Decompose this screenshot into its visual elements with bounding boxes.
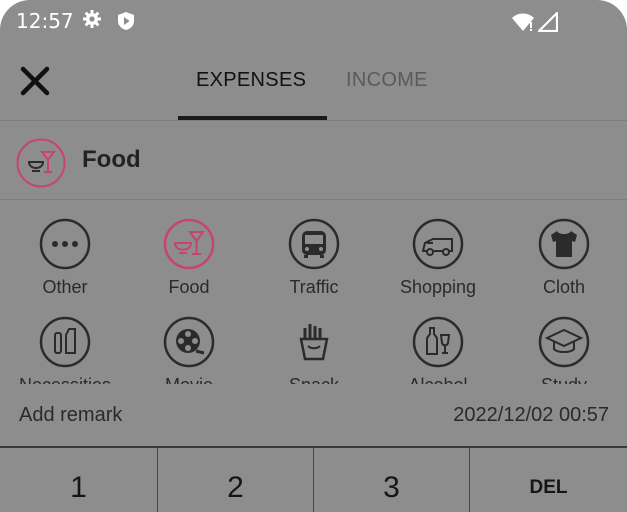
key-2[interactable]: 2 xyxy=(158,448,314,512)
category-label: Alcohol xyxy=(388,375,488,384)
status-bar: 12:57 xyxy=(0,0,627,45)
fries-icon xyxy=(299,324,329,361)
tshirt-icon xyxy=(538,218,590,270)
graduation-cap-icon xyxy=(538,316,590,368)
cocktail-icon xyxy=(16,138,66,188)
more-icon xyxy=(39,218,91,270)
toiletries-icon xyxy=(39,316,91,368)
selected-category-label: Food xyxy=(82,146,141,173)
category-necessities[interactable]: Necessities xyxy=(15,315,115,384)
remark-row: Add remark 2022/12/02 00:57 xyxy=(0,384,627,446)
category-snack[interactable]: Snack xyxy=(264,315,364,384)
category-label: Movie xyxy=(139,375,239,384)
film-reel-icon xyxy=(163,316,215,368)
wifi-icon xyxy=(511,12,535,37)
key-1[interactable]: 1 xyxy=(0,448,158,512)
category-label: Snack xyxy=(264,375,364,384)
date-button[interactable]: 2022/12/02 00:57 xyxy=(453,404,609,427)
category-label: Shopping xyxy=(399,277,477,297)
bus-icon xyxy=(288,218,340,270)
remark-input[interactable]: Add remark xyxy=(19,404,122,427)
tab-expenses[interactable]: EXPENSES xyxy=(196,69,306,92)
category-label: Traffic xyxy=(289,277,339,297)
delete-key[interactable]: DEL xyxy=(470,448,627,512)
category-label: Other xyxy=(42,277,88,297)
category-movie[interactable]: Movie xyxy=(139,315,239,384)
category-cloth[interactable]: Cloth xyxy=(514,217,614,298)
category-label: Cloth xyxy=(542,277,586,297)
cocktail-icon xyxy=(163,218,215,270)
status-time: 12:57 xyxy=(16,9,74,33)
category-other[interactable]: Other xyxy=(15,217,115,298)
category-study[interactable]: Study xyxy=(514,315,614,384)
bottle-icon xyxy=(412,316,464,368)
gear-icon xyxy=(82,9,102,35)
close-icon xyxy=(20,66,50,96)
close-button[interactable] xyxy=(18,64,52,98)
selected-category: Food xyxy=(0,121,627,199)
signal-icon xyxy=(536,10,559,37)
shield-icon xyxy=(117,11,135,36)
category-traffic[interactable]: Traffic xyxy=(264,217,364,298)
category-label: Study xyxy=(514,375,614,384)
category-food[interactable]: Food xyxy=(139,217,239,298)
screen: 12:57 EXPENSES INCOME Food Other Food Tr… xyxy=(0,0,627,512)
cart-icon xyxy=(412,218,464,270)
category-grid: Other Food Traffic Shopping Cloth xyxy=(0,200,627,384)
category-alcohol[interactable]: Alcohol xyxy=(388,315,488,384)
keypad: 1 2 3 DEL xyxy=(0,448,627,512)
category-shopping[interactable]: Shopping xyxy=(388,217,488,298)
category-label: Necessities xyxy=(15,375,115,384)
key-3[interactable]: 3 xyxy=(314,448,470,512)
tab-income[interactable]: INCOME xyxy=(346,69,428,92)
category-label: Food xyxy=(168,277,210,297)
